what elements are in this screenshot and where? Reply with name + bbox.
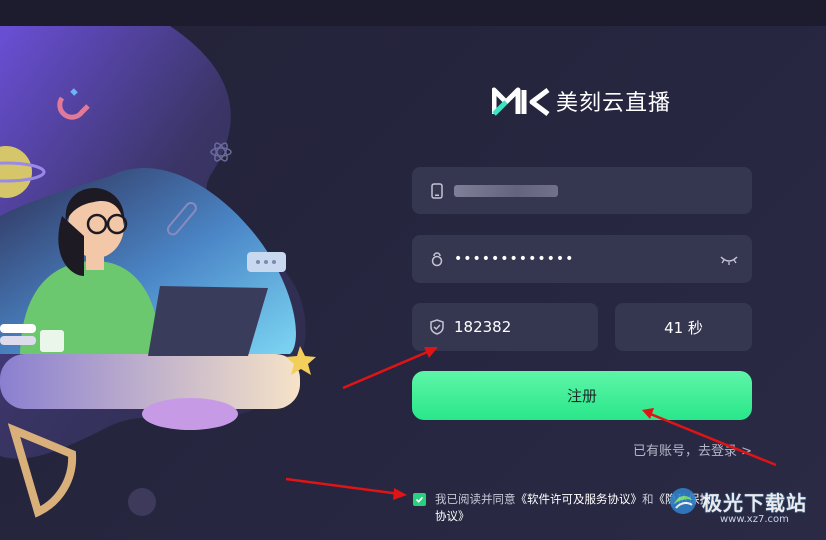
check-icon — [415, 496, 424, 503]
agreement-prefix: 我已阅读并同意 — [435, 492, 516, 506]
resend-countdown: 41 秒 — [615, 303, 752, 351]
watermark: 极光下载站 www.xz7.com — [668, 486, 807, 525]
watermark-url: www.xz7.com — [720, 514, 789, 525]
aurora-logo-icon — [670, 488, 696, 514]
eye-closed-icon[interactable] — [720, 251, 738, 270]
brand-name: 美刻云直播 — [556, 91, 672, 116]
agreement-and: 和 — [642, 492, 654, 506]
window-title-bar — [0, 0, 826, 26]
agreement-checkbox[interactable] — [413, 493, 426, 506]
MK-logo-icon — [492, 87, 550, 116]
lock-icon — [428, 250, 446, 268]
phone-value-redacted — [454, 184, 558, 197]
license-agreement-link[interactable]: 《软件许可及服务协议》 — [516, 492, 643, 506]
hero-illustration — [0, 26, 400, 540]
watermark-text: 极光下载站 — [702, 490, 807, 515]
phone-field[interactable] — [412, 167, 752, 214]
verification-code-value: 182382 — [454, 318, 512, 336]
register-button[interactable]: 注册 — [412, 371, 752, 420]
password-value: ••••••••••••• — [454, 251, 575, 267]
shield-icon — [428, 318, 446, 336]
brand-header: 美刻云直播 — [492, 84, 671, 118]
phone-icon — [428, 182, 446, 200]
verification-code-field[interactable]: 182382 — [412, 303, 598, 351]
go-login-link[interactable]: 已有账号，去登录 > — [633, 440, 752, 459]
password-field[interactable]: ••••••••••••• — [412, 235, 752, 283]
